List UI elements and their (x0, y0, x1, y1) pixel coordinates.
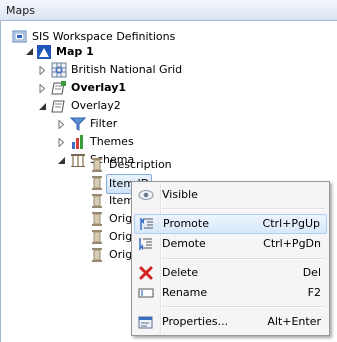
rename-icon (138, 285, 154, 301)
column-pillar-icon (89, 247, 105, 263)
column-pillar-icon (89, 229, 105, 245)
expand-arrow-icon[interactable] (57, 138, 66, 147)
window-title-bar: Maps (0, 0, 337, 21)
delete-x-icon (138, 265, 154, 281)
filter-funnel-icon (69, 116, 87, 132)
tree-label: Overlay2 (71, 99, 121, 112)
menu-item-shortcut: Del (302, 266, 321, 279)
menu-item-label: Delete (162, 266, 199, 279)
tree-label: Filter (90, 117, 118, 130)
menu-separator (162, 208, 325, 210)
demote-icon (138, 236, 154, 252)
context-menu: Visible Promote Ctrl+PgUp Demote Ctrl+Pg… (131, 181, 330, 336)
schema-columns-icon (70, 152, 86, 168)
menu-item-shortcut: Ctrl+PgUp (262, 217, 320, 230)
menu-item-rename[interactable]: Rename F2 (134, 283, 327, 303)
menu-item-demote[interactable]: Demote Ctrl+PgDn (134, 234, 327, 254)
promote-icon (139, 216, 155, 232)
grid-icon (51, 62, 67, 78)
tree-label: Themes (90, 135, 134, 148)
overlay-icon (51, 80, 67, 96)
overlay-icon (51, 98, 67, 114)
column-pillar-icon (89, 175, 105, 191)
themes-chart-icon (70, 134, 86, 150)
menu-item-shortcut: F2 (307, 286, 321, 299)
menu-item-properties[interactable]: Properties... Alt+Enter (134, 312, 327, 332)
column-pillar-icon (89, 193, 105, 209)
expand-arrow-icon[interactable] (57, 120, 66, 129)
menu-item-label: Properties... (162, 315, 229, 328)
visible-eye-icon (138, 187, 154, 203)
tree-label: Map 1 (56, 45, 94, 58)
menu-item-label: Demote (162, 237, 206, 250)
menu-item-shortcut: Alt+Enter (267, 315, 321, 328)
workspace-icon (12, 29, 28, 45)
menu-item-visible[interactable]: Visible (134, 185, 327, 205)
properties-icon (138, 314, 154, 330)
menu-item-label: Visible (162, 188, 198, 201)
menu-item-label: Promote (163, 217, 209, 230)
column-pillar-icon (89, 157, 105, 173)
expand-arrow-icon[interactable] (38, 84, 47, 93)
menu-item-shortcut: Ctrl+PgDn (263, 237, 321, 250)
menu-separator (162, 306, 325, 308)
collapse-arrow-icon[interactable] (25, 47, 34, 56)
map-icon (36, 44, 52, 60)
tree-label: SIS Workspace Definitions (32, 30, 176, 43)
menu-item-delete[interactable]: Delete Del (134, 263, 327, 283)
window-title: Maps (6, 4, 35, 17)
expand-arrow-icon[interactable] (38, 66, 47, 75)
collapse-arrow-icon[interactable] (38, 102, 47, 111)
menu-item-label: Rename (162, 286, 208, 299)
menu-separator (162, 258, 325, 260)
collapse-arrow-icon[interactable] (57, 156, 66, 165)
tree-label: Description (109, 158, 172, 171)
column-pillar-icon (89, 211, 105, 227)
tree-label: Overlay1 (71, 81, 127, 94)
menu-item-promote[interactable]: Promote Ctrl+PgUp (134, 214, 327, 234)
tree-label: British National Grid (71, 63, 183, 76)
